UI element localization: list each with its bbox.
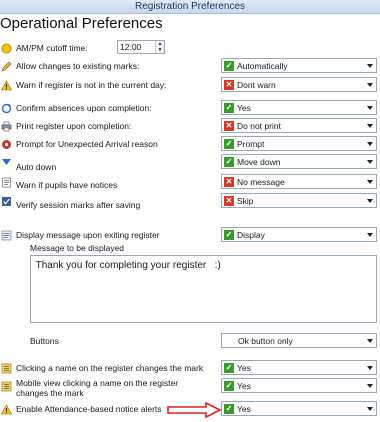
dropdown-value: Move down (237, 157, 281, 167)
chevron-down-icon[interactable] (367, 339, 373, 343)
message-icon (1, 230, 12, 241)
dropdown-value: Yes (237, 381, 251, 391)
dropdown-value: Automatically (237, 61, 288, 71)
warning-icon (1, 404, 12, 415)
check-icon: ✓ (224, 404, 234, 414)
setting-row-auto-down: Auto down ✓ Move down (0, 154, 380, 174)
setting-row-mobile-click-name: Mobile view clicking a name on the regis… (0, 378, 380, 400)
cross-icon: ✕ (224, 196, 234, 206)
setting-label: Warn if register is not in the current d… (16, 80, 167, 90)
setting-row-print-register: Print register upon completion: ✕ Do not… (0, 118, 380, 138)
cutoff-label: AM/PM cutoff time: (16, 43, 88, 53)
notice-icon (2, 177, 11, 188)
pupil-notices-dropdown[interactable]: ✕ No message (221, 174, 377, 189)
verify-marks-dropdown[interactable]: ✕ Skip (221, 193, 377, 208)
setting-row-confirm-absences: Confirm absences upon completion: ✓ Yes (0, 100, 380, 120)
setting-label: Enable Attendance-based notice alerts (16, 404, 162, 414)
pencil-icon (1, 61, 12, 72)
check-icon: ✓ (224, 363, 234, 373)
mobile-click-name-dropdown[interactable]: ✓ Yes (221, 378, 377, 393)
setting-row-cutoff: AM/PM cutoff time: 12:00 ▲ ▼ (0, 40, 380, 60)
setting-label: Print register upon completion: (16, 121, 132, 131)
time-spinner[interactable]: ▲ ▼ (155, 41, 164, 53)
unexpected-arrival-dropdown[interactable]: ✓ Prompt (221, 136, 377, 151)
register-icon (1, 363, 12, 374)
confirm-absences-dropdown[interactable]: ✓ Yes (221, 100, 377, 115)
cutoff-time-input[interactable]: 12:00 ▲ ▼ (117, 40, 165, 54)
chevron-down-icon[interactable] (367, 106, 373, 110)
setting-label: Warn if pupils have notices (16, 180, 118, 190)
message-label: Message to be displayed (30, 243, 125, 253)
setting-label-line2: changes the mark (16, 388, 84, 398)
dropdown-value: Dont warn (237, 80, 276, 90)
dropdown-value: No message (237, 177, 285, 187)
click-name-dropdown[interactable]: ✓ Yes (221, 360, 377, 375)
setting-row-allow-changes: Allow changes to existing marks: ✓ Autom… (0, 58, 380, 78)
verify-icon (2, 197, 11, 206)
chevron-down-icon[interactable] (367, 83, 373, 87)
allow-changes-dropdown[interactable]: ✓ Automatically (221, 58, 377, 73)
dropdown-value: Yes (237, 404, 251, 414)
setting-row-verify-marks: Verify session marks after saving ✕ Skip (0, 193, 380, 213)
cross-icon: ✕ (224, 177, 234, 187)
setting-label: Display message upon exiting register (16, 230, 160, 240)
setting-label: Prompt for Unexpected Arrival reason (16, 139, 158, 149)
buttons-label: Buttons (30, 336, 59, 346)
register-icon (1, 381, 12, 392)
chevron-down-icon[interactable] (367, 384, 373, 388)
chevron-down-icon[interactable] (367, 142, 373, 146)
setting-label: Mobile view clicking a name on the regis… (16, 378, 179, 388)
setting-row-unexpected-arrival: Prompt for Unexpected Arrival reason ✓ P… (0, 136, 380, 156)
setting-label: Clicking a name on the register changes … (16, 363, 204, 373)
setting-label: Confirm absences upon completion: (16, 103, 152, 113)
dropdown-value: Ok button only (238, 336, 293, 346)
dropdown-value: Yes (237, 103, 251, 113)
check-icon: ✓ (224, 61, 234, 71)
cross-icon: ✕ (224, 121, 234, 131)
setting-label: Verify session marks after saving (16, 200, 141, 210)
dropdown-value: Prompt (237, 139, 265, 149)
warn-register-day-dropdown[interactable]: ✕ Dont warn (221, 77, 377, 92)
check-icon: ✓ (224, 381, 234, 391)
chevron-down-icon[interactable] (367, 180, 373, 184)
window-title: Registration Preferences (0, 0, 380, 14)
refresh-icon (1, 103, 12, 114)
print-register-dropdown[interactable]: ✕ Do not print (221, 118, 377, 133)
chevron-down-icon[interactable] (367, 199, 373, 203)
dropdown-value: Do not print (237, 121, 281, 131)
setting-row-warn-register-day: Warn if register is not in the current d… (0, 77, 380, 97)
buttons-dropdown[interactable]: Ok button only (221, 333, 377, 348)
setting-row-click-name: Clicking a name on the register changes … (0, 360, 380, 380)
check-icon: ✓ (224, 157, 234, 167)
check-icon: ✓ (224, 139, 234, 149)
cross-icon: ✕ (224, 80, 234, 90)
printer-icon (1, 121, 12, 132)
chevron-down-icon[interactable] (367, 366, 373, 370)
attendance-alerts-dropdown[interactable]: ✓ Yes (221, 401, 377, 416)
annotation-arrow-icon (167, 402, 222, 418)
dropdown-value: Skip (237, 196, 254, 206)
message-textarea[interactable]: Thank you for completing your register :… (30, 255, 377, 323)
page-title: Operational Preferences (0, 15, 163, 32)
chevron-down-icon[interactable] (367, 160, 373, 164)
dropdown-value: Yes (237, 363, 251, 373)
chevron-down-icon[interactable] (367, 233, 373, 237)
spin-down-icon[interactable]: ▼ (156, 47, 164, 53)
chevron-down-icon[interactable] (367, 407, 373, 411)
dropdown-value: Display (237, 230, 265, 240)
setting-label: Auto down (16, 162, 57, 172)
check-icon: ✓ (224, 230, 234, 240)
cutoff-time-value: 12:00 (120, 42, 142, 52)
check-icon: ✓ (224, 103, 234, 113)
chevron-down-icon[interactable] (367, 124, 373, 128)
chevron-down-icon[interactable] (367, 64, 373, 68)
display-message-dropdown[interactable]: ✓ Display (221, 227, 377, 242)
clock-icon (1, 43, 12, 54)
arrow-down-icon (2, 159, 11, 165)
auto-down-dropdown[interactable]: ✓ Move down (221, 154, 377, 169)
gear-icon (2, 140, 11, 149)
warning-icon (1, 80, 12, 91)
setting-label: Allow changes to existing marks: (16, 61, 140, 71)
setting-row-pupil-notices: Warn if pupils have notices ✕ No message (0, 174, 380, 194)
